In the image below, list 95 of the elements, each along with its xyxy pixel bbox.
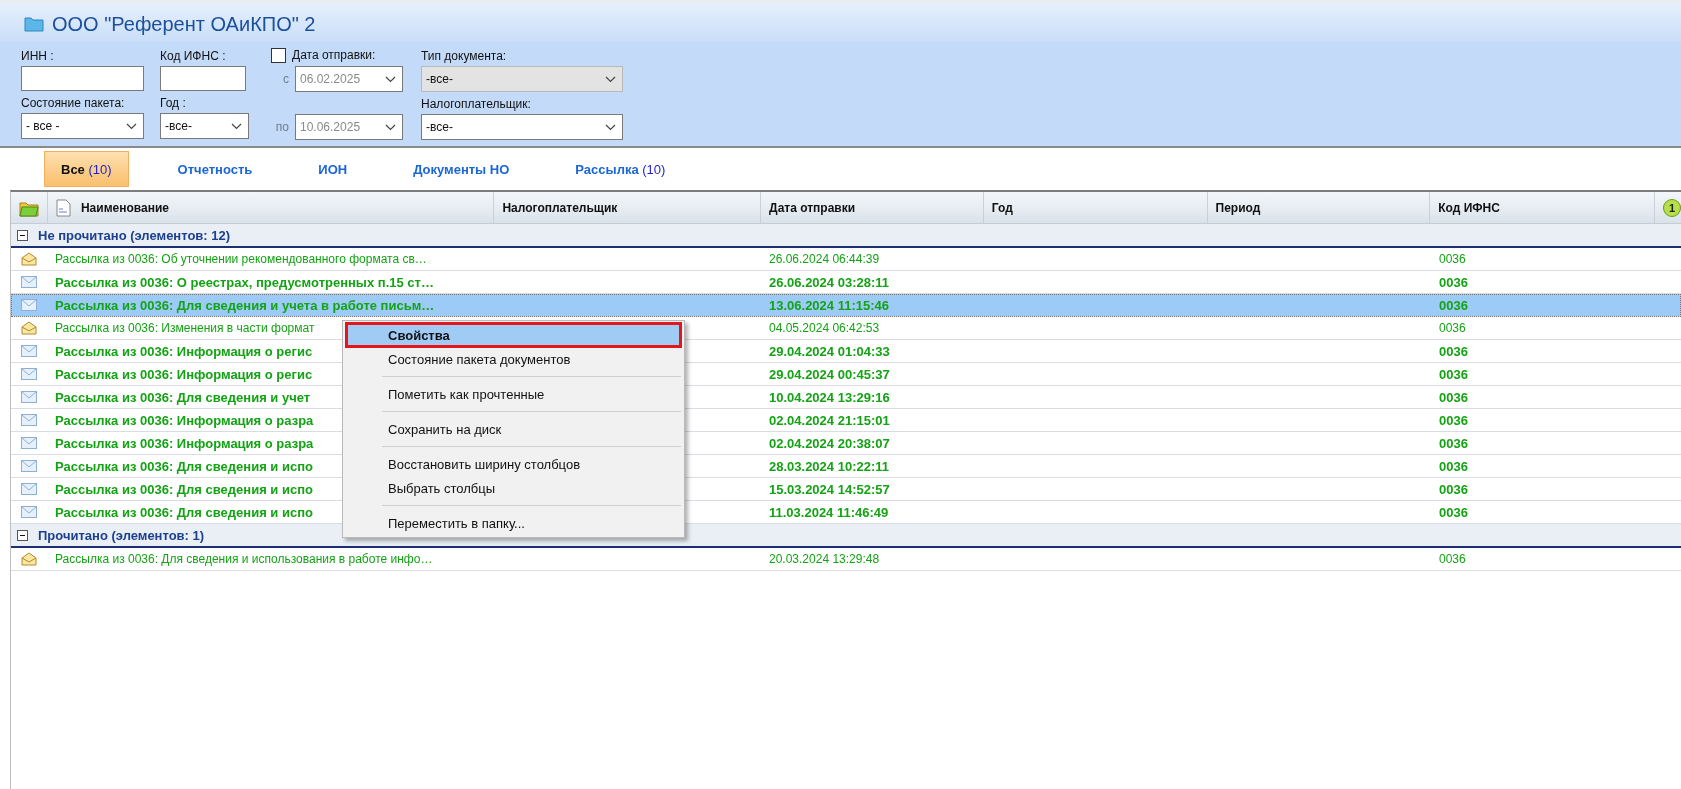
table-cell: 0036 [1439, 389, 1468, 405]
table-cell: Рассылка из 0036: Для сведения и использования в работе инфо… [55, 552, 433, 566]
table-cell: 0036 [1439, 481, 1468, 497]
column-header[interactable]: Налогоплательщик [502, 200, 618, 215]
envelope-icon [21, 276, 37, 288]
table-cell: 0036 [1439, 552, 1466, 566]
chevron-down-icon [605, 123, 616, 131]
table-cell: 0036 [1439, 274, 1468, 290]
chevron-down-icon [126, 122, 137, 130]
window-title: ООО "Референт ОАиКПО" 2 [52, 12, 316, 36]
envelope-icon [21, 414, 37, 426]
open-envelope-icon [21, 552, 37, 566]
open-envelope-icon [21, 321, 37, 335]
menu-item[interactable]: Выбрать столбцы [346, 476, 681, 500]
tab[interactable]: Рассылка (10) [559, 152, 682, 186]
table-cell: 04.05.2024 06:42:53 [769, 321, 880, 335]
envelope-icon [21, 506, 37, 518]
envelope-icon [21, 299, 37, 311]
table-cell: 26.06.2024 06:44:39 [769, 252, 880, 266]
chevron-down-icon [231, 122, 242, 130]
table-cell: Рассылка из 0036: Об уточнении рекомендованного формата св… [55, 252, 427, 266]
table-cell: 0036 [1439, 504, 1468, 520]
open-envelope-icon [21, 252, 37, 266]
tab[interactable]: ИОН [302, 152, 364, 186]
table-cell: 0036 [1439, 343, 1468, 359]
field-label: Налогоплательщик: [421, 96, 532, 112]
table-cell: Рассылка из 0036: Информация о разра [55, 412, 314, 428]
date-prefix: с [282, 72, 289, 86]
table-cell: 20.03.2024 13:29:48 [769, 552, 880, 566]
table-cell: Рассылка из 0036: Информация о регис [55, 366, 313, 382]
table-cell: Рассылка из 0036: Изменения в части формат [55, 321, 315, 335]
envelope-icon [21, 437, 37, 449]
envelope-icon [21, 368, 37, 380]
table-cell: 29.04.2024 01:04:33 [769, 343, 890, 359]
chevron-down-icon [385, 123, 396, 131]
field-label: Год : [160, 95, 187, 111]
table-cell: Рассылка из 0036: Для сведения и учета в работе письм… [55, 297, 435, 313]
tab[interactable]: Отчетность [161, 152, 269, 186]
tab[interactable]: Все (10) [45, 152, 128, 186]
table-cell: 13.06.2024 11:15:46 [769, 297, 889, 313]
count-badge: 1 [1663, 198, 1681, 217]
table-cell: Рассылка из 0036: Информация о регис [55, 343, 313, 359]
group-title: Прочитано (элементов: 1) [38, 527, 205, 543]
field-label: Код ИФНС : [160, 48, 227, 64]
envelope-icon [21, 391, 37, 403]
document-icon [55, 198, 71, 217]
dropdown[interactable]: -все- [160, 113, 249, 139]
table-cell: 0036 [1439, 366, 1468, 382]
envelope-icon [21, 460, 37, 472]
table-cell: 02.04.2024 21:15:01 [769, 412, 890, 428]
envelope-icon [21, 483, 37, 495]
table-cell: 0036 [1439, 412, 1468, 428]
collapse-icon[interactable] [17, 529, 28, 541]
table-cell: 15.03.2024 14:52:57 [769, 481, 890, 497]
chevron-down-icon [385, 75, 396, 83]
table-cell: Рассылка из 0036: Для сведения и учет [55, 389, 311, 405]
folder-icon [24, 16, 44, 32]
field-label: Тип документа: [421, 48, 508, 64]
table-cell: 10.04.2024 13:29:16 [769, 389, 890, 405]
table-cell: 0036 [1439, 297, 1468, 313]
column-header[interactable]: Год [991, 200, 1013, 215]
dropdown[interactable]: - все - [21, 113, 144, 139]
column-header[interactable]: Код ИФНС [1438, 200, 1500, 215]
column-header[interactable]: Дата отправки [769, 200, 856, 215]
field-label: ИНН : [21, 48, 55, 64]
table-cell: 0036 [1439, 458, 1468, 474]
menu-item[interactable]: Свойства [346, 323, 681, 347]
table-cell: Рассылка из 0036: Информация о разра [55, 435, 314, 451]
column-header[interactable]: Период [1215, 200, 1261, 215]
input-field[interactable] [21, 66, 144, 91]
chevron-down-icon [605, 75, 616, 83]
table-cell: 0036 [1439, 321, 1466, 335]
table-cell: 11.03.2024 11:46:49 [769, 504, 889, 520]
table-cell: 0036 [1439, 252, 1466, 266]
menu-item[interactable]: Восстановить ширину столбцов [346, 452, 681, 476]
collapse-icon[interactable] [17, 229, 28, 241]
column-header[interactable]: Наименование [80, 200, 169, 215]
date-prefix: по [274, 120, 289, 134]
dropdown[interactable]: -все- [421, 114, 623, 140]
table-cell: Рассылка из 0036: Для сведения и испо [55, 458, 313, 474]
table-cell: Рассылка из 0036: Для сведения и испо [55, 504, 313, 520]
table-cell: 29.04.2024 00:45:37 [769, 366, 890, 382]
table-cell: 02.04.2024 20:38:07 [769, 435, 890, 451]
group-title: Не прочитано (элементов: 12) [38, 227, 231, 243]
input-field[interactable] [160, 66, 246, 91]
tab[interactable]: Документы НО [397, 152, 526, 186]
field-label: Дата отправки: [292, 47, 376, 63]
checkbox[interactable] [271, 47, 286, 63]
table-cell: 28.03.2024 10:22:11 [769, 458, 889, 474]
table-cell: 26.06.2024 03:28:11 [769, 274, 889, 290]
table-cell: Рассылка из 0036: О реестрах, предусмотренных п.15 ст… [55, 274, 434, 290]
field-label: Состояние пакета: [21, 95, 126, 111]
table-cell: Рассылка из 0036: Для сведения и испо [55, 481, 313, 497]
table-cell: 0036 [1439, 435, 1468, 451]
envelope-icon [21, 345, 37, 357]
